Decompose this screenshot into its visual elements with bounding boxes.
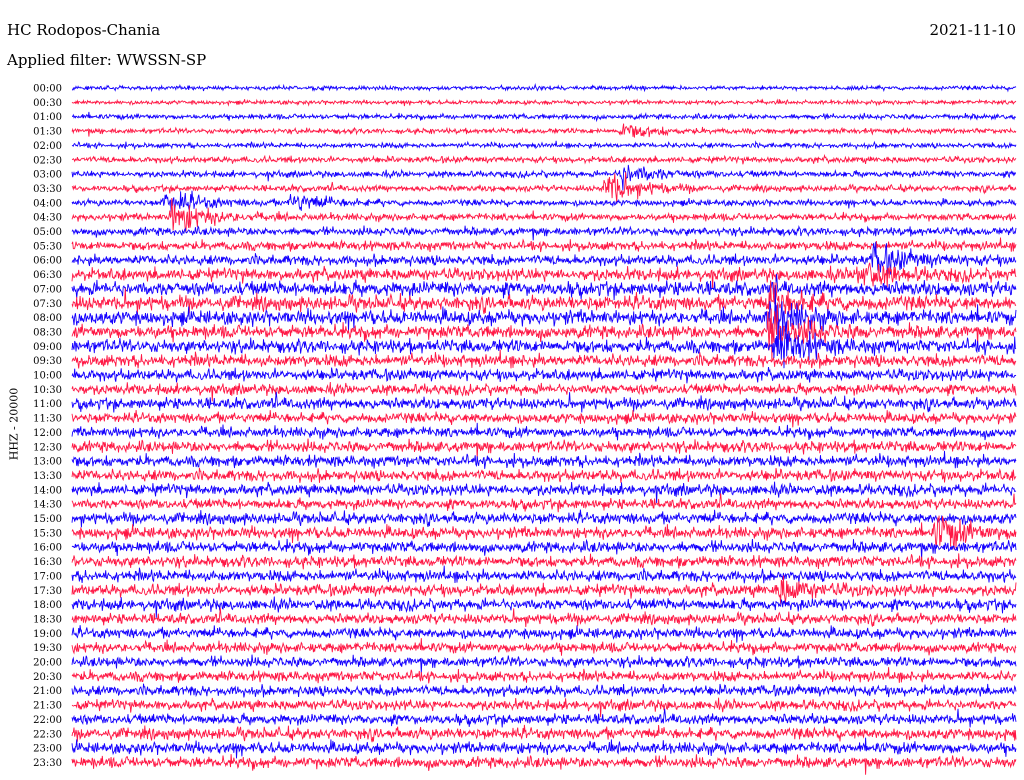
time-label: 22:30 [33,729,62,740]
time-label: 20:00 [33,658,62,669]
time-label: 11:30 [33,414,62,425]
time-label: 04:30 [33,213,62,224]
time-label: 14:00 [33,485,62,496]
trace-1300 [71,450,1017,469]
trace-0000 [71,83,1017,93]
time-label: 10:00 [33,371,62,382]
trace-1600 [71,538,1017,560]
time-label: 16:00 [33,543,62,554]
trace-1330 [71,467,1017,483]
time-label: 19:30 [33,643,62,654]
time-label: 17:30 [33,586,62,597]
time-label: 07:00 [33,284,62,295]
time-label: 02:00 [33,141,62,152]
time-label: 18:30 [33,614,62,625]
trace-0500 [71,225,1017,241]
time-label: 18:00 [33,600,62,611]
time-label: 13:30 [33,471,62,482]
trace-1830 [71,608,1017,628]
time-label: 08:00 [33,313,62,324]
time-label: 01:00 [33,112,62,123]
trace-0600 [71,241,1017,277]
time-label: 22:00 [33,715,62,726]
trace-1100 [71,391,1017,413]
trace-0030 [71,98,1017,107]
trace-2330 [71,754,1017,775]
trace-1700 [71,565,1017,584]
trace-0300 [71,164,1016,191]
trace-2100 [71,683,1017,698]
trace-1800 [71,596,1017,618]
trace-0200 [71,140,1017,151]
trace-1000 [71,367,1017,384]
trace-1030 [71,381,1017,402]
time-label: 23:00 [33,744,62,755]
trace-2230 [71,724,1017,743]
trace-1200 [71,422,1017,441]
trace-2000 [71,654,1017,674]
trace-group [71,83,1017,775]
time-label: 06:30 [33,270,62,281]
time-label: 13:00 [33,457,62,468]
time-label: 23:30 [33,758,62,769]
time-label: 10:30 [33,385,62,396]
time-label: 09:00 [33,342,62,353]
trace-2030 [71,667,1017,684]
time-label: 20:30 [33,672,62,683]
trace-0230 [71,153,1017,165]
trace-1230 [71,438,1017,460]
trace-0100 [71,111,1017,123]
time-label: 17:00 [33,571,62,582]
time-label: 11:00 [33,399,62,410]
time-label: 12:00 [33,428,62,439]
time-label: 09:30 [33,356,62,367]
trace-0330 [71,172,1017,204]
trace-0130 [71,123,1017,138]
trace-2130 [71,697,1017,718]
time-label: 12:30 [33,442,62,453]
trace-1430 [71,493,1017,513]
time-label: 16:30 [33,557,62,568]
trace-1400 [71,481,1017,504]
time-label: 07:30 [33,299,62,310]
time-label: 05:30 [33,241,62,252]
time-label: 00:00 [33,84,62,95]
time-label: 15:00 [33,514,62,525]
time-label: 14:30 [33,500,62,511]
time-label: 05:00 [33,227,62,238]
time-label: 19:00 [33,629,62,640]
helicorder-plot: 00:00 00:30 01:00 01:30 02:00 02:30 03:00 03:30… [33,83,1017,775]
trace-2200 [71,708,1017,728]
time-label: 00:30 [33,98,62,109]
trace-2300 [71,737,1017,759]
trace-1630 [71,553,1017,570]
time-label: 06:00 [33,256,62,267]
time-label: 21:30 [33,701,62,712]
trace-1130 [71,409,1017,428]
time-label: 01:30 [33,127,62,138]
trace-1900 [71,625,1017,643]
time-label: 04:00 [33,198,62,209]
trace-1500 [71,509,1017,528]
time-label: 03:30 [33,184,62,195]
time-label: 03:00 [33,170,62,181]
time-label: 02:30 [33,155,62,166]
trace-0400 [71,190,1017,212]
time-label: 15:30 [33,528,62,539]
time-label: 21:00 [33,686,62,697]
time-label: 08:30 [33,327,62,338]
time-label-group: 00:00 00:30 01:00 01:30 02:00 02:30 03:00 03:30… [33,84,62,769]
trace-1930 [71,638,1017,656]
